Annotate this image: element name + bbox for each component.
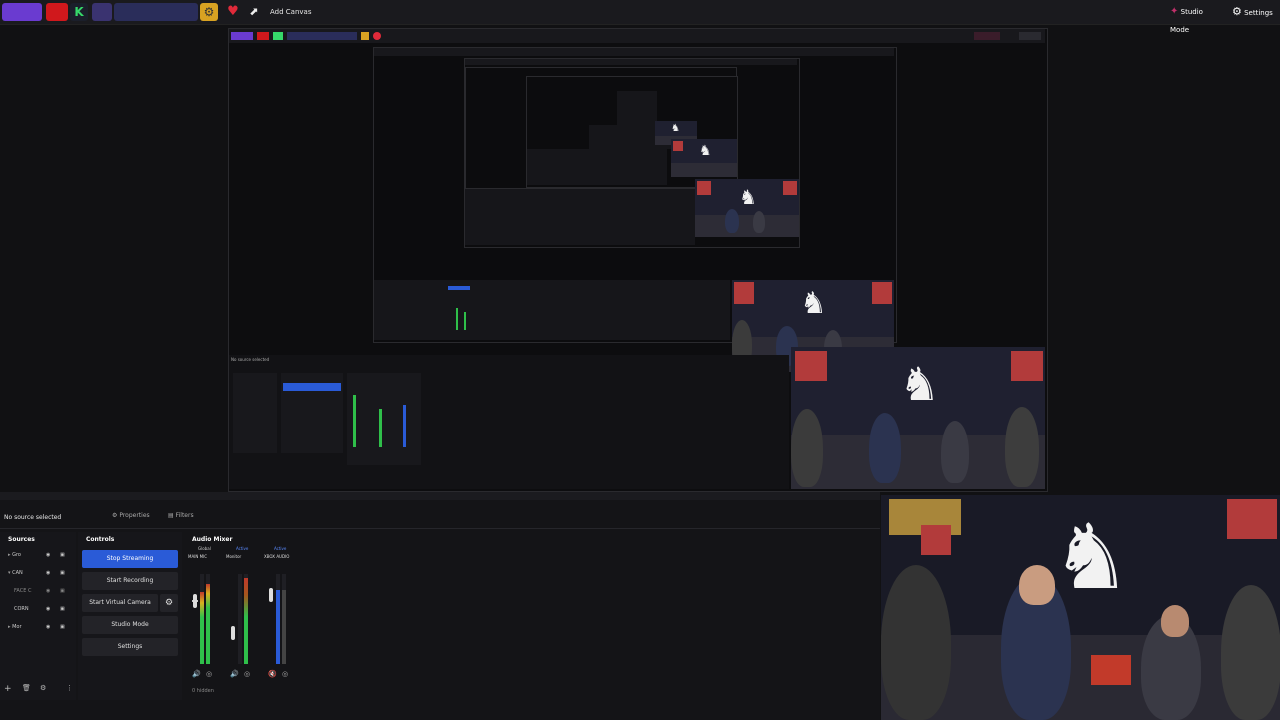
stop-streaming-button[interactable]: Stop Streaming xyxy=(82,550,178,568)
remove-source-icon[interactable]: 🗑 xyxy=(22,684,31,692)
webcam-feed-thumb: ♞ xyxy=(671,139,737,177)
gear-icon[interactable]: ⚙ xyxy=(200,3,218,21)
controls-title: Controls xyxy=(86,536,115,543)
source-settings-icon[interactable]: ⚙ xyxy=(40,684,46,692)
studio-mode-icon: ✦ xyxy=(1170,6,1179,17)
channel-label: XBOX AUDIO xyxy=(264,554,290,559)
settings-label: Settings xyxy=(1244,9,1273,17)
channel-label: Monitor xyxy=(226,554,242,559)
sources-panel: Sources ▸ Gro ◉ ▣ ▾ CAN ◉ ▣ FACE C ◉ ▣ C… xyxy=(0,532,76,700)
source-label: Gro xyxy=(12,552,21,558)
source-label: FACE C xyxy=(14,588,32,594)
eye-icon[interactable]: ◉ xyxy=(46,548,50,562)
mixer-tab[interactable]: Active xyxy=(274,546,286,551)
add-canvas-button[interactable]: Add Canvas xyxy=(270,3,311,21)
eye-icon[interactable]: ◉ xyxy=(46,620,50,634)
speaker-icon[interactable]: 🔊 xyxy=(230,670,239,678)
properties-label: Properties xyxy=(119,512,150,519)
eye-icon[interactable]: ◉ xyxy=(46,602,50,616)
canvas-preview[interactable]: ♞ ♞ ♞ ♞ No source selected ♞ xyxy=(228,28,1048,492)
webcam-feed-thumb: ♞ xyxy=(695,179,799,237)
youtube-icon[interactable] xyxy=(46,3,68,21)
dock-handle[interactable] xyxy=(0,492,880,500)
fader-handle[interactable] xyxy=(231,626,235,640)
settings-gear-icon: ⚙ xyxy=(1232,5,1242,18)
source-row[interactable]: FACE C ◉ ▣ xyxy=(0,584,72,598)
mixer-tab[interactable]: Active xyxy=(236,546,248,551)
link-icon[interactable]: ⬈ xyxy=(246,3,262,21)
bottom-dock: No source selected ⚙ Properties ▤ Filter… xyxy=(0,492,880,720)
hidden-count: 0 hidden xyxy=(192,688,214,694)
controls-settings-button[interactable]: Settings xyxy=(82,638,178,656)
user-icon[interactable] xyxy=(92,3,112,21)
audio-mixer-panel: Audio Mixer Global Active Active MAIN MI… xyxy=(184,532,880,700)
nested-dock-main: No source selected xyxy=(229,355,789,489)
channel-banner-icon[interactable] xyxy=(114,3,198,21)
mixer-title: Audio Mixer xyxy=(192,536,233,543)
webcam-feed: ♞ xyxy=(881,495,1280,720)
bunny-logo-icon: ♞ xyxy=(1051,505,1132,610)
properties-gear-icon: ⚙ xyxy=(112,512,118,519)
lock-icon[interactable]: ▣ xyxy=(60,548,65,562)
settings-button[interactable]: ⚙ Settings xyxy=(1232,3,1278,21)
source-label: CAN xyxy=(12,570,23,576)
source-row[interactable]: ▸ Gro ◉ ▣ xyxy=(0,548,72,562)
twitch-logo-icon[interactable] xyxy=(2,3,42,21)
nested-preview-2: ♞ ♞ ♞ xyxy=(464,58,800,248)
source-row[interactable]: CORN ◉ ▣ xyxy=(0,602,72,616)
fader-handle[interactable] xyxy=(193,594,197,608)
heart-icon[interactable]: ♥ xyxy=(224,3,242,21)
eye-icon[interactable]: ◉ xyxy=(46,584,50,598)
top-toolbar: K ⚙ ♥ ⬈ Add Canvas ✦ Studio Mode ⚙ Setti… xyxy=(0,0,1280,34)
headphones-icon[interactable]: ◎ xyxy=(282,670,288,678)
filters-icon: ▤ xyxy=(168,512,174,519)
source-row[interactable]: ▸ Mor ◉ ▣ xyxy=(0,620,72,634)
lock-icon[interactable]: ▣ xyxy=(60,566,65,580)
volume-meter xyxy=(206,584,210,664)
properties-button[interactable]: ⚙ Properties xyxy=(112,512,150,519)
eye-icon[interactable]: ◉ xyxy=(46,566,50,580)
source-label: CORN xyxy=(14,606,29,612)
filters-label: Filters xyxy=(175,512,194,519)
speaker-muted-icon[interactable]: 🔇 xyxy=(268,670,277,678)
virtual-camera-settings-icon[interactable]: ⚙ xyxy=(160,594,178,612)
nested-dock xyxy=(374,280,730,340)
nested-toolbar xyxy=(229,29,1045,43)
sources-title: Sources xyxy=(8,536,35,543)
volume-meter xyxy=(276,590,280,664)
mixer-tab[interactable]: Global xyxy=(198,546,211,551)
studio-mode-toggle[interactable]: Studio Mode xyxy=(82,616,178,634)
more-icon[interactable]: ⋮ xyxy=(66,684,73,692)
speaker-icon[interactable]: 🔊 xyxy=(192,670,201,678)
lock-icon[interactable]: ▣ xyxy=(60,584,65,598)
start-recording-button[interactable]: Start Recording xyxy=(82,572,178,590)
fader-handle[interactable] xyxy=(269,588,273,602)
kick-icon[interactable]: K xyxy=(70,3,88,21)
lock-icon[interactable]: ▣ xyxy=(60,602,65,616)
volume-meter xyxy=(282,590,286,664)
source-row[interactable]: ▾ CAN ◉ ▣ xyxy=(0,566,72,580)
headphones-icon[interactable]: ◎ xyxy=(244,670,250,678)
source-label: Mor xyxy=(12,624,22,630)
volume-meter xyxy=(244,578,248,664)
studio-mode-button[interactable]: ✦ Studio Mode xyxy=(1170,3,1224,34)
headphones-icon[interactable]: ◎ xyxy=(206,670,212,678)
webcam-feed-preview: ♞ xyxy=(791,347,1045,489)
channel-label: MAIN MIC xyxy=(188,554,208,559)
volume-meter xyxy=(200,592,204,664)
no-source-label: No source selected xyxy=(4,514,62,521)
add-source-icon[interactable]: + xyxy=(4,684,12,694)
lock-icon[interactable]: ▣ xyxy=(60,620,65,634)
filters-button[interactable]: ▤ Filters xyxy=(168,512,194,519)
nested-preview-1: ♞ ♞ ♞ ♞ xyxy=(373,47,897,372)
start-virtual-camera-button[interactable]: Start Virtual Camera xyxy=(82,594,158,612)
